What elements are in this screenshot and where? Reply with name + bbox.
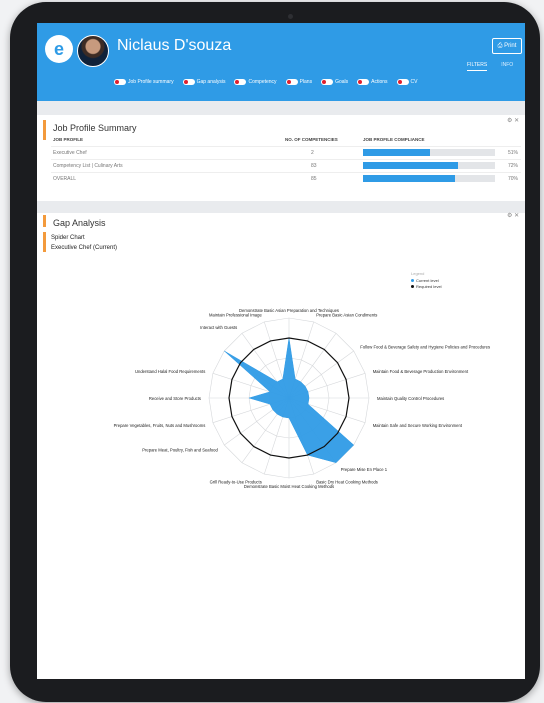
compliance-bar xyxy=(363,162,495,169)
close-icon[interactable]: ✕ xyxy=(514,118,519,124)
radar-axis-label: Maintain Food & Beverage Production Envi… xyxy=(373,369,469,374)
close-icon[interactable]: ✕ xyxy=(514,213,519,219)
compliance-bar xyxy=(363,149,495,156)
toggle-switch-icon xyxy=(234,79,247,85)
spider-chart: Demonstrate Basic Asian Preparation and … xyxy=(114,308,490,489)
compliance-fill xyxy=(363,162,459,169)
profile-name: Niclaus D'souza xyxy=(117,37,232,54)
compliance-fill xyxy=(363,149,431,156)
toggle-goals[interactable]: Goals xyxy=(321,79,348,85)
section-toggles: Job Profile summary Gap analysis Compete… xyxy=(114,79,418,85)
toggle-label: Gap analysis xyxy=(196,79,226,85)
radar-axis-label: Maintain Safe and Secure Working Environ… xyxy=(373,423,463,428)
radar-axis-label: Prepare Vegetables, Fruits, Nuts and Mus… xyxy=(114,423,206,428)
row-count: 83 xyxy=(311,163,317,169)
radar-axis-label: Maintain Quality Control Procedures xyxy=(377,396,444,401)
row-pct: 70% xyxy=(508,176,519,182)
gap-analysis-title: Gap Analysis xyxy=(53,218,106,228)
toggle-label: Actions xyxy=(371,79,388,85)
print-label: Print xyxy=(504,43,517,49)
toggle-gap-analysis[interactable]: Gap analysis xyxy=(182,79,226,85)
toggle-competency[interactable]: Competency xyxy=(234,79,277,85)
toggle-switch-icon xyxy=(114,79,126,85)
col-compliance: JOB PROFILE COMPLIANCE xyxy=(363,137,425,142)
settings-icon[interactable]: ⚙ xyxy=(507,213,512,219)
toggle-actions[interactable]: Actions xyxy=(357,79,388,85)
col-competencies: NO. OF COMPETENCIES xyxy=(285,137,338,142)
card-actions: ⚙ ✕ xyxy=(507,212,519,219)
avatar xyxy=(77,35,109,67)
card-accent xyxy=(43,215,46,227)
section-divider xyxy=(37,101,525,115)
job-profile-title: Job Profile Summary xyxy=(53,123,137,133)
toggle-label: CV xyxy=(410,79,418,85)
row-profile: Executive Chef xyxy=(53,150,87,156)
toggle-label: Job Profile summary xyxy=(128,79,174,85)
row-count: 2 xyxy=(311,150,314,156)
radar-axis-label: Prepare Basic Asian Condiments xyxy=(316,312,377,317)
settings-icon[interactable]: ⚙ xyxy=(507,118,512,124)
profile-header: e Niclaus D'souza ⎙ Print FILTERS INFO J… xyxy=(37,23,525,101)
col-job-profile: JOB PROFILE xyxy=(53,137,84,142)
row-pct: 51% xyxy=(508,150,519,156)
section-divider xyxy=(37,201,525,213)
printer-icon: ⎙ xyxy=(497,42,503,49)
toggle-label: Plans xyxy=(299,79,313,85)
radar-axis-label: Receive and Store Products xyxy=(149,396,201,401)
table-row: OVERALL 85 70% xyxy=(51,172,521,185)
row-pct: 72% xyxy=(508,163,519,169)
toggle-switch-icon xyxy=(396,79,409,85)
toggle-switch-icon xyxy=(357,79,370,85)
row-count: 85 xyxy=(311,176,317,182)
radar-axis-label: Maintain Professional Image xyxy=(209,312,263,317)
row-profile: OVERALL xyxy=(53,176,77,182)
radar-axis-label: Demonstrate Basic Moist Heat Cooking Met… xyxy=(244,484,334,489)
radar-axis-label: Prepare Mise En Place 1 xyxy=(341,467,388,472)
row-profile: Competency List | Culinary Arts xyxy=(53,163,123,169)
app-screen: e Niclaus D'souza ⎙ Print FILTERS INFO J… xyxy=(37,23,525,679)
compliance-bar xyxy=(363,175,495,182)
chart-profile-label: Executive Chef (Current) xyxy=(51,245,118,251)
radar-axis-label: Understand Halal Food Requirements xyxy=(135,369,205,374)
compliance-fill xyxy=(363,175,456,182)
tab-filters[interactable]: FILTERS xyxy=(467,62,488,71)
toggle-cv[interactable]: CV xyxy=(396,79,418,85)
table-row: Competency List | Culinary Arts 83 72% xyxy=(51,159,521,172)
camera-dot xyxy=(288,14,293,19)
card-actions: ⚙ ✕ xyxy=(507,117,519,124)
app-logo-icon: e xyxy=(45,35,73,63)
toggle-label: Competency xyxy=(248,79,277,85)
toggle-label: Goals xyxy=(335,79,349,85)
radar-axis-label: Grill Ready-to-Use Products xyxy=(210,480,262,485)
tab-info[interactable]: INFO xyxy=(501,62,513,71)
radar-axis-label: Follow Food & Beverage Safety and Hygien… xyxy=(360,344,490,349)
card-accent xyxy=(43,120,46,140)
toggle-switch-icon xyxy=(321,79,334,85)
radar-axis-label: Prepare Meat, Poultry, Fish and Seafood xyxy=(142,448,218,453)
radar-axis-label: Interact with Guests xyxy=(200,325,237,330)
header-tabs: FILTERS INFO xyxy=(467,62,513,71)
table-row: Executive Chef 2 51% xyxy=(51,146,521,159)
toggle-job-profile[interactable]: Job Profile summary xyxy=(114,79,174,85)
toggle-switch-icon xyxy=(182,79,195,85)
card-accent xyxy=(43,232,46,252)
print-button[interactable]: ⎙ Print xyxy=(492,38,522,54)
toggle-plans[interactable]: Plans xyxy=(285,79,313,85)
toggle-switch-icon xyxy=(285,79,298,85)
chart-type-label: Spider Chart xyxy=(51,235,85,241)
